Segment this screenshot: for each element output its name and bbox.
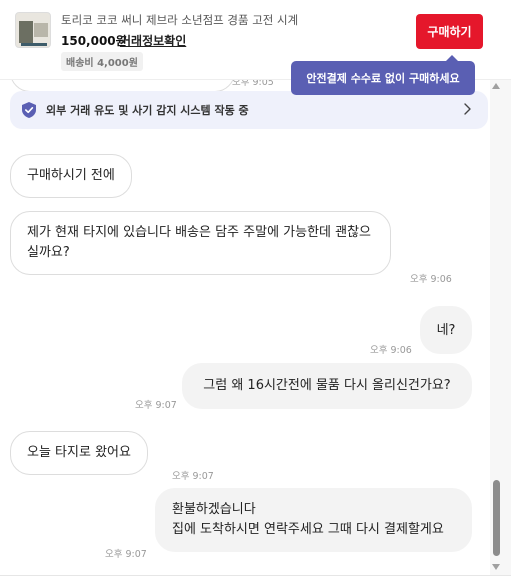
message-line: 환불하겠습니다 bbox=[172, 502, 256, 517]
product-title: 토리코 코코 써니 제브라 소년점프 경품 고전 시계 bbox=[61, 13, 299, 27]
scroll-up-arrow-icon[interactable] bbox=[491, 82, 501, 90]
scroll-down-arrow-icon[interactable] bbox=[491, 563, 501, 571]
chevron-right-icon bbox=[464, 103, 471, 115]
input-area-edge bbox=[0, 575, 511, 581]
fraud-banner-text: 외부 거래 유도 및 사기 감지 시스템 작동 중 bbox=[46, 104, 249, 117]
message-bubble-sent: 네? bbox=[420, 306, 472, 354]
scrollbar-thumb[interactable] bbox=[493, 480, 500, 556]
message-time: 오후 9:07 bbox=[172, 471, 214, 482]
message-bubble-sent: 그럼 왜 16시간전에 물품 다시 올리신건가요? bbox=[182, 363, 472, 409]
safe-payment-tooltip: 안전결제 수수료 없이 구매하세요 bbox=[291, 55, 475, 95]
message-time: 오후 9:07 bbox=[135, 400, 177, 411]
message-time: 오후 9:06 bbox=[370, 345, 412, 356]
buy-button[interactable]: 구매하기 bbox=[416, 14, 483, 49]
chat-messages[interactable]: 오후 9:05 구매하시기 전에 제가 현재 타지에 있습니다 배송은 담주 주… bbox=[0, 80, 490, 575]
message-time: 오후 9:05 bbox=[232, 80, 274, 88]
message-bubble-sent: 환불하겠습니다 집에 도착하시면 연락주세요 그때 다시 결제할게요 bbox=[155, 488, 472, 553]
shipping-fee-badge: 배송비 4,000원 bbox=[61, 52, 143, 71]
message-bubble-received: 제가 현재 타지에 있습니다 배송은 담주 주말에 가능한데 괜찮으실까요? bbox=[10, 211, 391, 276]
fraud-detection-banner[interactable]: 외부 거래 유도 및 사기 감지 시스템 작동 중 bbox=[10, 91, 488, 129]
message-time: 오후 9:06 bbox=[410, 274, 452, 285]
product-thumbnail[interactable] bbox=[15, 12, 51, 48]
message-time: 오후 9:07 bbox=[105, 549, 147, 560]
trade-info-link[interactable]: 거래정보확인 bbox=[120, 32, 186, 49]
product-price: 150,000원 bbox=[61, 34, 127, 48]
shield-check-icon bbox=[22, 102, 36, 118]
message-bubble-received: 오늘 타지로 왔어요 bbox=[10, 431, 148, 476]
message-line: 집에 도착하시면 연락주세요 그때 다시 결제할게요 bbox=[172, 522, 444, 538]
message-bubble-received: 구매하시기 전에 bbox=[10, 154, 132, 199]
